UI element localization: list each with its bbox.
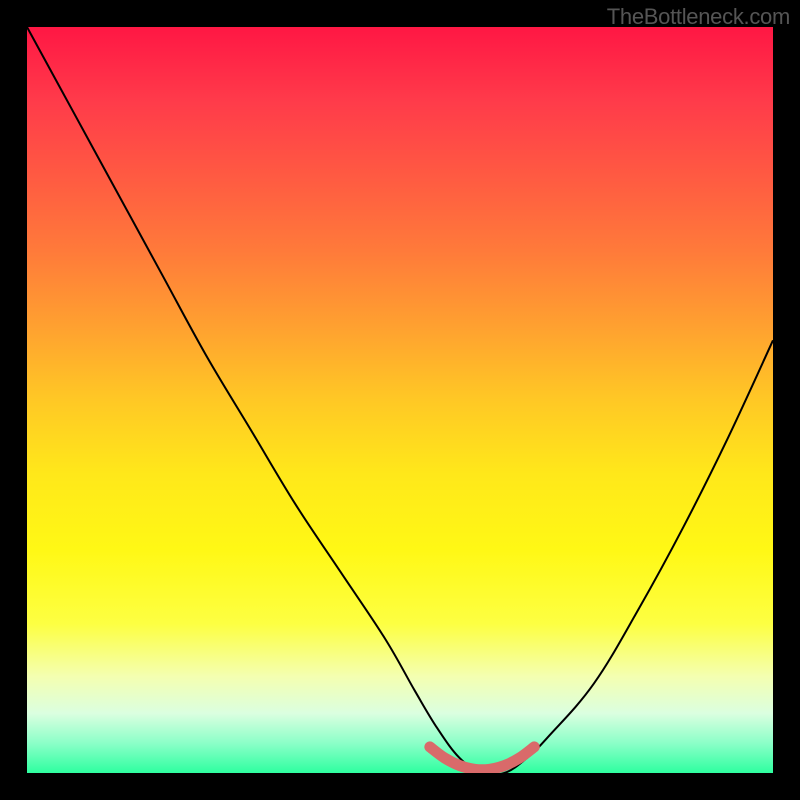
bottleneck-curve-path [27, 27, 773, 773]
optimal-zone-path [430, 747, 534, 770]
watermark-text: TheBottleneck.com [607, 4, 790, 30]
bottleneck-chart [27, 27, 773, 773]
